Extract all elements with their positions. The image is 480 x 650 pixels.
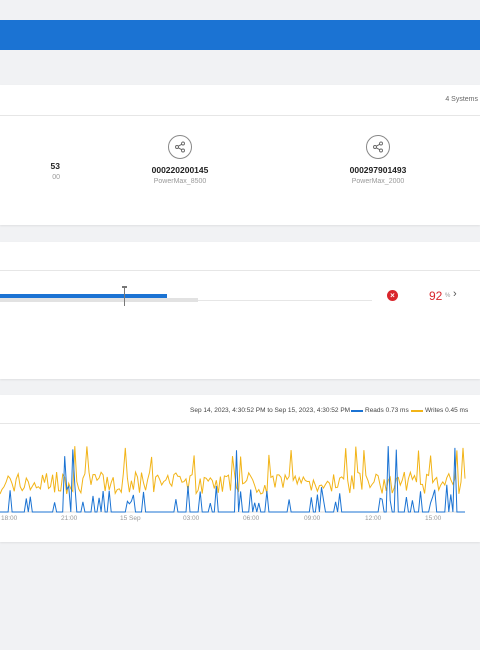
systems-card: 4 Systems 53 00 000220200145 PowerMax_85… <box>0 85 480 225</box>
x-tick-label: 21:00 <box>61 515 78 522</box>
writes-legend-swatch <box>411 410 423 412</box>
x-tick-label: 18:00 <box>1 515 18 522</box>
threshold-marker <box>124 288 125 306</box>
system-model: PowerMax_2000 <box>351 178 405 185</box>
x-tick-label: 09:00 <box>304 515 321 522</box>
app-header-bar <box>0 20 480 50</box>
reads-series-line <box>0 446 465 513</box>
x-tick-label: 15:00 <box>425 515 442 522</box>
x-tick-label: 15 Sep <box>120 515 141 522</box>
latency-chart <box>0 446 466 513</box>
time-range-label: Sep 14, 2023, 4:30:52 PM to Sep 15, 2023… <box>190 407 351 414</box>
system-tile-partial[interactable]: 53 00 <box>0 161 60 181</box>
divider <box>0 270 480 271</box>
capacity-percent: 92 <box>429 289 443 303</box>
x-tick-label: 03:00 <box>183 515 200 522</box>
system-model: PowerMax_8500 <box>153 178 207 185</box>
divider <box>0 115 480 116</box>
share-nodes-icon <box>366 135 390 159</box>
latency-card: Sep 14, 2023, 4:30:52 PM to Sep 15, 2023… <box>0 395 480 542</box>
system-tile-000297901493[interactable]: 000297901493 PowerMax_2000 <box>318 135 438 185</box>
x-tick-label: 12:00 <box>365 515 382 522</box>
capacity-percent-unit: % <box>445 293 451 299</box>
x-tick-label: 06:00 <box>243 515 260 522</box>
system-id: 000220200145 <box>151 165 209 175</box>
reads-legend-swatch <box>351 410 363 412</box>
writes-legend-label[interactable]: Writes 0.45 ms <box>425 407 468 414</box>
reads-legend-label[interactable]: Reads 0.73 ms <box>365 407 409 414</box>
system-tile-000220200145[interactable]: 000220200145 PowerMax_8500 <box>120 135 240 185</box>
capacity-bar-fill <box>0 294 167 298</box>
capacity-bar-track <box>0 298 198 302</box>
share-nodes-icon <box>168 135 192 159</box>
chevron-right-icon[interactable]: › <box>453 288 457 300</box>
error-icon: × <box>387 290 398 301</box>
system-model: 00 <box>52 174 60 181</box>
system-id: 53 <box>50 161 60 171</box>
capacity-track-line <box>198 300 372 301</box>
systems-count: 4 Systems <box>445 96 478 103</box>
capacity-card: × 92 % › <box>0 242 480 379</box>
system-id: 000297901493 <box>349 165 407 175</box>
divider <box>0 423 480 424</box>
